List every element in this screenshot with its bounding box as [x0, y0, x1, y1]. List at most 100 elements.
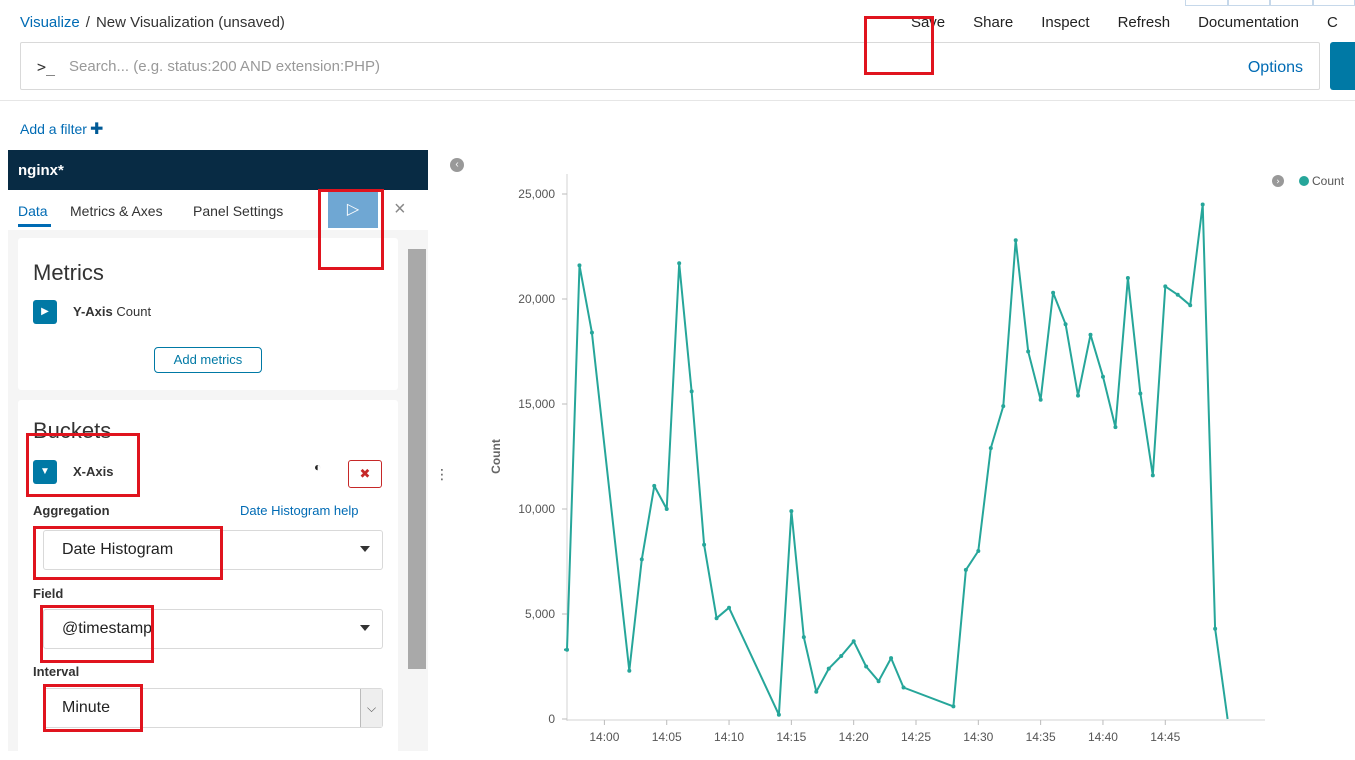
- resize-handle-icon[interactable]: ⋮: [435, 466, 449, 483]
- aggregation-select[interactable]: Date Histogram: [43, 530, 383, 570]
- more-menu-button[interactable]: C: [1327, 14, 1355, 31]
- x-tick-label: 14:40: [1088, 730, 1118, 744]
- x-tick-label: 14:00: [589, 730, 619, 744]
- add-metrics-button[interactable]: Add metrics: [154, 347, 262, 373]
- options-button[interactable]: Options: [1248, 59, 1303, 77]
- breadcrumb-separator: /: [85, 14, 90, 31]
- data-point: [826, 666, 831, 671]
- data-point: [652, 483, 657, 488]
- data-point: [889, 656, 894, 661]
- add-filter-button[interactable]: Add a filter ✚: [20, 119, 103, 139]
- aggregation-label: Aggregation: [33, 503, 110, 518]
- data-point: [1100, 374, 1105, 379]
- series-line-count: [566, 203, 1217, 716]
- tab-panel-settings[interactable]: Panel Settings: [193, 203, 283, 219]
- save-button[interactable]: Save: [911, 14, 945, 31]
- data-point: [639, 557, 644, 562]
- data-point: [963, 567, 968, 572]
- breadcrumb: Visualize / New Visualization (unsaved): [20, 14, 285, 31]
- series-line-end: [1214, 628, 1229, 720]
- collapse-x-axis-button[interactable]: ▼: [33, 460, 57, 484]
- date-histogram-help-link[interactable]: Date Histogram help: [240, 503, 359, 518]
- inspect-button[interactable]: Inspect: [1041, 14, 1089, 31]
- tab-metrics-axes[interactable]: Metrics & Axes: [70, 203, 163, 219]
- x-tick-label: 14:20: [839, 730, 869, 744]
- chevron-right-icon: ▶: [41, 306, 49, 317]
- x-tick-label: 14:05: [652, 730, 682, 744]
- share-button[interactable]: Share: [973, 14, 1013, 31]
- x-tick-label: 14:10: [714, 730, 744, 744]
- buckets-title: Buckets: [33, 418, 112, 443]
- legend-label-count: Count: [1312, 174, 1345, 188]
- data-point: [727, 605, 732, 610]
- toggle-agg-button[interactable]: ◐: [314, 460, 342, 476]
- data-point: [839, 654, 844, 658]
- collapse-sidebar-icon[interactable]: ‹: [450, 158, 464, 172]
- data-point: [988, 446, 993, 451]
- x-tick-label: 14:25: [901, 730, 931, 744]
- y-axis-agg-label: Y-Axis Count: [73, 304, 151, 319]
- select-arrow-icon: ⌵: [360, 689, 382, 727]
- chevron-down-icon: ▼: [40, 466, 50, 477]
- data-point: [1051, 290, 1056, 295]
- data-point: [1001, 404, 1006, 409]
- editor-sidebar: nginx* Data Metrics & Axes Panel Setting…: [8, 150, 428, 760]
- data-point: [1026, 349, 1031, 354]
- active-tab-indicator: [18, 224, 51, 227]
- interval-label: Interval: [33, 664, 80, 679]
- documentation-button[interactable]: Documentation: [1198, 14, 1299, 31]
- data-point: [1125, 276, 1130, 280]
- data-point: [789, 509, 794, 514]
- data-point: [1038, 397, 1043, 402]
- refresh-button[interactable]: Refresh: [1118, 14, 1171, 31]
- search-submit-button[interactable]: [1330, 42, 1355, 90]
- data-point: [1200, 202, 1205, 207]
- sidebar-scrollbar[interactable]: [408, 249, 426, 669]
- legend-toggle-arrow: ›: [1276, 177, 1280, 187]
- query-bar: >_ Options: [20, 42, 1320, 90]
- data-point: [1088, 332, 1093, 337]
- legend-swatch-count: [1299, 176, 1309, 186]
- caret-down-icon: [360, 625, 370, 631]
- y-axis-title: Count: [489, 439, 503, 474]
- data-point: [664, 507, 669, 511]
- apply-changes-button[interactable]: ▷: [328, 192, 378, 228]
- data-point: [627, 668, 632, 673]
- y-tick-label: 10,000: [518, 502, 555, 516]
- line-chart: 0 5,000 10,000 15,000 20,000 25,000 14:00 14:05…: [489, 174, 1345, 744]
- chart-legend: › Count: [1272, 174, 1345, 188]
- search-input[interactable]: [69, 54, 1169, 78]
- caret-down-icon: [360, 546, 370, 552]
- data-point: [951, 704, 956, 709]
- data-point: [1138, 391, 1143, 396]
- remove-icon: ✖: [359, 466, 371, 481]
- toggle-icon: ◐: [314, 460, 322, 474]
- aggregation-value: Date Histogram: [62, 541, 174, 558]
- y-tick-label: 5,000: [525, 607, 555, 621]
- y-tick-label: 25,000: [518, 187, 555, 201]
- close-icon: ×: [394, 198, 406, 220]
- y-tick-label: 20,000: [518, 292, 555, 306]
- page-title: New Visualization (unsaved): [95, 14, 285, 31]
- data-point: [1175, 292, 1180, 297]
- data-point: [901, 685, 906, 690]
- window-corner-controls: [1185, 0, 1355, 6]
- remove-agg-button[interactable]: ✖: [348, 460, 382, 488]
- y-axis-label-bold: Y-Axis: [73, 304, 113, 319]
- x-axis-label-bold: X-Axis: [73, 464, 114, 479]
- data-point: [851, 639, 856, 644]
- data-point: [876, 679, 881, 684]
- discard-changes-button[interactable]: ×: [394, 198, 406, 221]
- expand-y-axis-button[interactable]: ▶: [33, 300, 57, 324]
- tab-data[interactable]: Data: [18, 203, 48, 219]
- add-filter-label: Add a filter: [20, 121, 87, 137]
- chart-series: [564, 202, 1229, 720]
- data-point: [1113, 425, 1118, 430]
- y-tick-label: 0: [548, 712, 555, 726]
- breadcrumb-visualize-link[interactable]: Visualize: [20, 14, 80, 31]
- data-point: [577, 263, 582, 268]
- field-select[interactable]: @timestamp: [43, 609, 383, 649]
- data-point: [1076, 393, 1081, 398]
- data-point: [801, 635, 806, 640]
- interval-select[interactable]: Minute ⌵: [43, 688, 383, 728]
